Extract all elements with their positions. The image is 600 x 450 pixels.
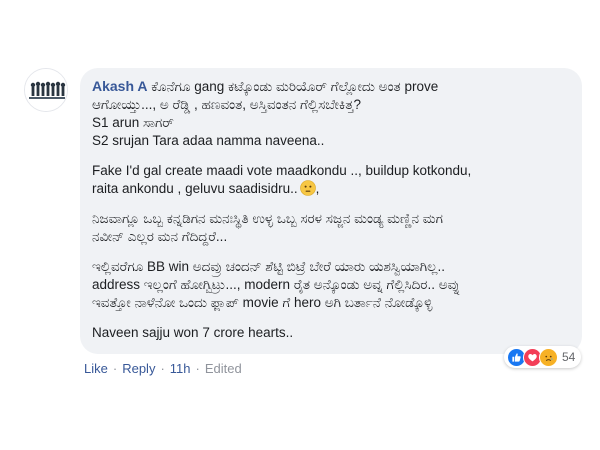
comment-text-segment: raita ankondu , geluvu saadisidru..	[92, 181, 298, 196]
comment-text-line: ಕೊನೆಗೂ gang ಕಟ್ಕೊಂಡು ಮರಿಯೊರ್ ಗೆಲ್ಲೋದು ಅಂ…	[151, 79, 439, 94]
comment-text-line: Fake I'd gal create maadi vote maadkondu…	[92, 163, 472, 178]
comment-bubble: Akash A ಕೊನೆಗೂ gang ಕಟ್ಕೊಂಡು ಮರಿಯೊರ್ ಗೆಲ…	[80, 68, 582, 354]
reaction-count: 54	[562, 350, 576, 364]
comment-text-segment: ,	[315, 181, 320, 196]
comment-text-line: S1 arun ಸಾಗರ್	[92, 115, 174, 130]
comment-text-line-with-emoji: raita ankondu , geluvu saadisidru..,	[92, 180, 570, 198]
confused-face-icon	[299, 180, 316, 196]
separator: ·	[112, 361, 118, 376]
separator: ·	[160, 361, 165, 376]
reactions-summary[interactable]: 54	[504, 346, 582, 368]
edited-label[interactable]: Edited	[205, 361, 242, 376]
comment-text-line: ಇವತ್ತೋ ನಾಳೆನೋ ಒಂದು ಫ್ಲಾಪ್ movie ಗೆ hero …	[92, 295, 433, 310]
comment-text-line: ನಿಜವಾಗ್ಲೂ ಒಬ್ಬ ಕನ್ನಡಿಗನ ಮನಃಸ್ಥಿತಿ ಉಳ್ಳ ಒ…	[92, 211, 443, 226]
comment: Akash A ಕೊನೆಗೂ gang ಕಟ್ಕೊಂಡು ಮರಿಯೊರ್ ಗೆಲ…	[24, 68, 584, 388]
author-name[interactable]: Akash A	[92, 78, 148, 94]
comment-text-line: ನವೀನ್ ಎಲ್ಲರ ಮನ ಗೆದಿದ್ದರೆ...	[92, 229, 228, 244]
comment-text-line: address ಇಲ್ಲಂಗೆ ಹೋಗ್ಬಿಟ್ರು..., modern ರೈ…	[92, 277, 461, 292]
avatar-image	[25, 69, 67, 111]
comment-text-line: ಆಗೋಯ್ತು..., ಅ ರೆಡ್ಡಿ , ಹಣವಂತ, ಅಸ್ತಿವಂತನ …	[92, 97, 362, 112]
avatar[interactable]	[24, 68, 68, 112]
timestamp-link[interactable]: 11h	[170, 361, 191, 376]
reply-link[interactable]: Reply	[122, 361, 155, 376]
comment-text-line: Naveen sajju won 7 crore hearts..	[92, 325, 294, 340]
comment-text-line: S2 srujan Tara adaa namma naveena..	[92, 133, 325, 148]
like-link[interactable]: Like	[84, 361, 108, 376]
comment-actions: Like · Reply · 11h · Edited	[84, 361, 242, 376]
separator: ·	[195, 361, 200, 376]
comment-text-line: ಇಲ್ಲಿವರೆಗೂ BB win ಅದವ್ರು ಚಂದನ್ ಶೆಟ್ಟಿ ಬಿ…	[92, 259, 445, 274]
comment-first-line: Akash A ಕೊನೆಗೂ gang ಕಟ್ಕೊಂಡು ಮರಿಯೊರ್ ಗೆಲ…	[92, 77, 570, 96]
sad-icon	[539, 347, 558, 367]
